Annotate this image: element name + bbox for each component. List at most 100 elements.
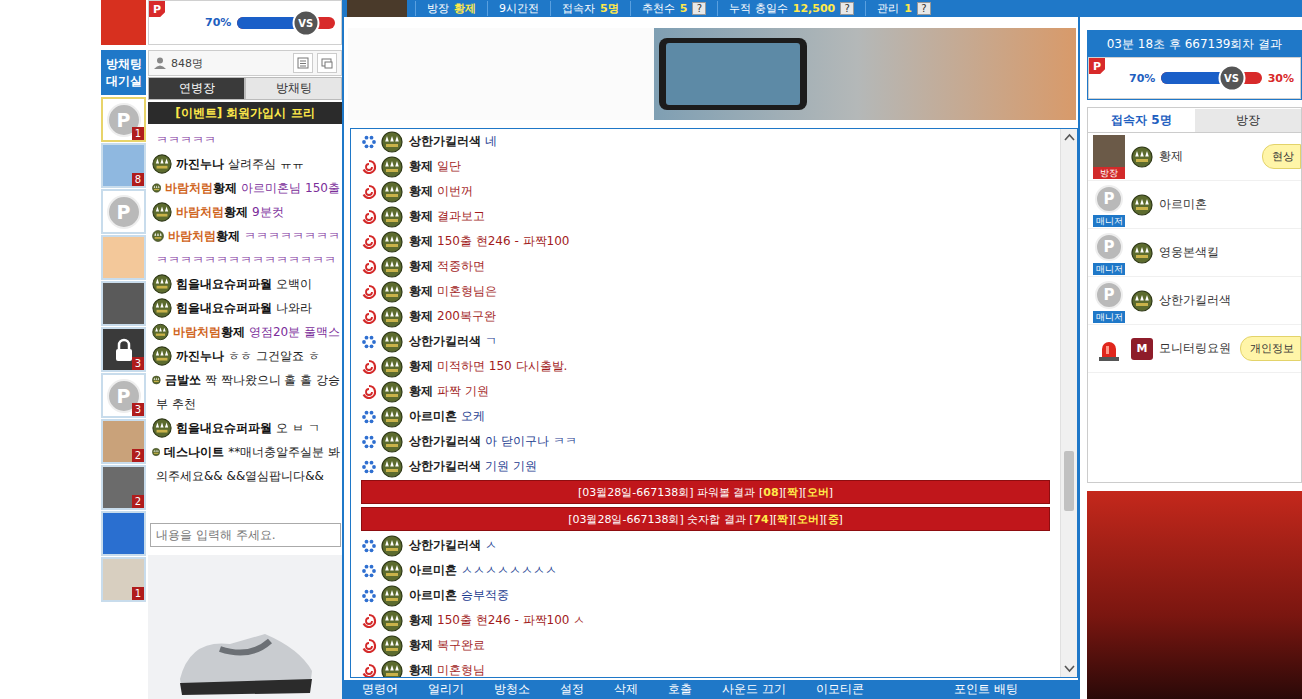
left-header: 848명 bbox=[148, 50, 342, 76]
user-name[interactable]: 황제 bbox=[1159, 148, 1183, 165]
left-tab[interactable]: 방채팅 bbox=[245, 77, 342, 100]
room-avatar[interactable] bbox=[101, 235, 146, 280]
list-button[interactable] bbox=[293, 53, 313, 73]
chat-user-name[interactable]: 아르미혼 bbox=[409, 562, 457, 579]
help-button[interactable]: ? bbox=[692, 2, 706, 15]
chat-user-name[interactable]: 황제 bbox=[409, 358, 433, 375]
flower-icon bbox=[361, 563, 377, 579]
chat-user-name[interactable]: 황제 bbox=[409, 612, 433, 629]
help-button[interactable]: ? bbox=[840, 2, 854, 15]
user-name[interactable]: 아르미혼 bbox=[1159, 196, 1207, 213]
room-avatar[interactable]: P1 bbox=[101, 97, 146, 142]
chat-user-name[interactable]: 상한가킬러색 bbox=[409, 333, 481, 350]
help-button[interactable]: ? bbox=[917, 2, 931, 15]
user-avatar: P매니저 bbox=[1093, 279, 1125, 323]
user-row[interactable]: 방장황제현상 bbox=[1088, 133, 1301, 181]
user-row[interactable]: M모니터링요원개인정보 bbox=[1088, 325, 1301, 373]
user-tab[interactable]: 접속자 5명 bbox=[1088, 109, 1195, 133]
chat-user-name[interactable]: 황제 bbox=[409, 183, 433, 200]
swirl-icon bbox=[361, 384, 377, 400]
chat-user-name[interactable]: 황제 bbox=[409, 662, 433, 677]
user-row[interactable]: P매니저아르미혼 bbox=[1088, 181, 1301, 229]
rank-badge-icon bbox=[1131, 194, 1153, 216]
phone-ad[interactable] bbox=[348, 28, 1076, 120]
menu-item[interactable]: 설정 bbox=[560, 681, 584, 698]
user-name[interactable]: 황제 bbox=[216, 229, 240, 243]
left-tabs: 연병장방채팅 bbox=[148, 77, 342, 100]
menu-item[interactable]: 삭제 bbox=[614, 681, 638, 698]
result-bar: [03월28일-667138회] 숫자합 결과 [74][짝][오버][중] bbox=[361, 507, 1050, 531]
chat-user-name[interactable]: 상한가킬러색 bbox=[409, 133, 481, 150]
point-bet-button[interactable]: 포인트 배팅 bbox=[954, 681, 1018, 698]
chat-user-name[interactable]: 아르미혼 bbox=[409, 408, 457, 425]
user-name[interactable]: 데스나이트 bbox=[164, 445, 224, 459]
chat-user-name[interactable]: 상한가킬러색 bbox=[409, 458, 481, 475]
room-avatar[interactable]: 8 bbox=[101, 143, 146, 188]
window-icon bbox=[321, 57, 333, 69]
chat-user-name[interactable]: 상한가킬러색 bbox=[409, 537, 481, 554]
user-name[interactable]: 상한가킬러색 bbox=[1159, 292, 1231, 309]
user-name[interactable]: 모니터링요원 bbox=[1159, 340, 1231, 357]
chat-user-name[interactable]: 황제 bbox=[409, 383, 433, 400]
room-avatar[interactable] bbox=[101, 511, 146, 556]
chat-user-name[interactable]: 황제 bbox=[409, 637, 433, 654]
menu-item[interactable]: 이모티콘 bbox=[816, 681, 864, 698]
user-name[interactable]: 까진누나 bbox=[176, 157, 224, 171]
chat-user-name[interactable]: 황제 bbox=[409, 208, 433, 225]
user-row[interactable]: P매니저영웅본색킬 bbox=[1088, 229, 1301, 277]
menu-item[interactable]: 사운드 끄기 bbox=[722, 681, 786, 698]
scroll-thumb[interactable] bbox=[1064, 451, 1074, 511]
menu-item[interactable]: 호출 bbox=[668, 681, 692, 698]
chat-user-name[interactable]: 황제 bbox=[409, 283, 433, 300]
chat-user-name[interactable]: 황제 bbox=[409, 308, 433, 325]
user-name[interactable]: 힘을내요슈퍼파월 bbox=[176, 277, 272, 291]
user-name[interactable]: 황제 bbox=[213, 181, 237, 195]
swirl-icon bbox=[361, 184, 377, 200]
room-avatar[interactable]: 2 bbox=[101, 465, 146, 510]
user-name[interactable]: 영웅본색킬 bbox=[1159, 244, 1219, 261]
role-label: 매니저 bbox=[1093, 311, 1125, 323]
chat-user-name[interactable]: 상한가킬러색 bbox=[409, 433, 481, 450]
shoe-ad[interactable] bbox=[148, 555, 342, 699]
room-avatar[interactable]: P3 bbox=[101, 373, 146, 418]
user-name[interactable]: 금발쏘 bbox=[165, 373, 201, 387]
chat-user-name[interactable]: 황제 bbox=[409, 158, 433, 175]
chat-message: 황제이번꺼 bbox=[361, 179, 1050, 204]
chat-text: 영점20분 풀맥스 bbox=[249, 324, 340, 341]
arrow-up-icon[interactable] bbox=[1064, 133, 1075, 141]
chat-message: 황제결과보고 bbox=[361, 204, 1050, 229]
user-name[interactable]: 힘을내요슈퍼파월 bbox=[176, 421, 272, 435]
scrollbar[interactable] bbox=[1060, 129, 1077, 677]
left-tab[interactable]: 연병장 bbox=[148, 77, 245, 100]
event-bar[interactable]: [이벤트] 회원가입시 프리 bbox=[148, 102, 342, 124]
blank-area bbox=[0, 0, 100, 699]
menu-item[interactable]: 방청소 bbox=[494, 681, 530, 698]
room-avatar[interactable] bbox=[101, 281, 146, 326]
menu-item[interactable]: 명령어 bbox=[362, 681, 398, 698]
room-avatar[interactable]: 3 bbox=[101, 327, 146, 372]
waiting-room-button[interactable]: 방채팅 대기실 bbox=[101, 50, 146, 95]
room-avatar[interactable]: 1 bbox=[101, 557, 146, 602]
room-avatar[interactable]: 2 bbox=[101, 419, 146, 464]
user-tab[interactable]: 방장 bbox=[1195, 109, 1302, 133]
user-name[interactable]: 황제 bbox=[224, 205, 248, 219]
left-percent: 70% bbox=[205, 16, 231, 29]
chat-input[interactable] bbox=[150, 523, 341, 547]
game-ad[interactable] bbox=[1087, 491, 1302, 699]
user-name[interactable]: 황제 bbox=[221, 325, 245, 339]
chat-message: 상한가킬러색기원 기원 bbox=[361, 454, 1050, 479]
left-chat-line: 금발쏘짝 짝나왔으니 홀 홀 강승 bbox=[152, 368, 340, 392]
chat-user-name[interactable]: 황제 bbox=[409, 258, 433, 275]
user-name[interactable]: 까진누나 bbox=[176, 349, 224, 363]
rank-badge-icon bbox=[381, 635, 403, 657]
chat-user-name[interactable]: 아르미혼 bbox=[409, 587, 457, 604]
window-button[interactable] bbox=[317, 53, 337, 73]
room-avatar[interactable]: P bbox=[101, 189, 146, 234]
user-row[interactable]: P매니저 상한가킬러색 bbox=[1088, 277, 1301, 325]
arrow-down-icon[interactable] bbox=[1064, 665, 1075, 673]
user-name[interactable]: 힘을내요슈퍼파월 bbox=[176, 301, 272, 315]
chat-user-name[interactable]: 황제 bbox=[409, 233, 433, 250]
power-track: VS bbox=[1161, 72, 1261, 84]
menu-item[interactable]: 얼리기 bbox=[428, 681, 464, 698]
room-thumbnail bbox=[347, 0, 407, 17]
